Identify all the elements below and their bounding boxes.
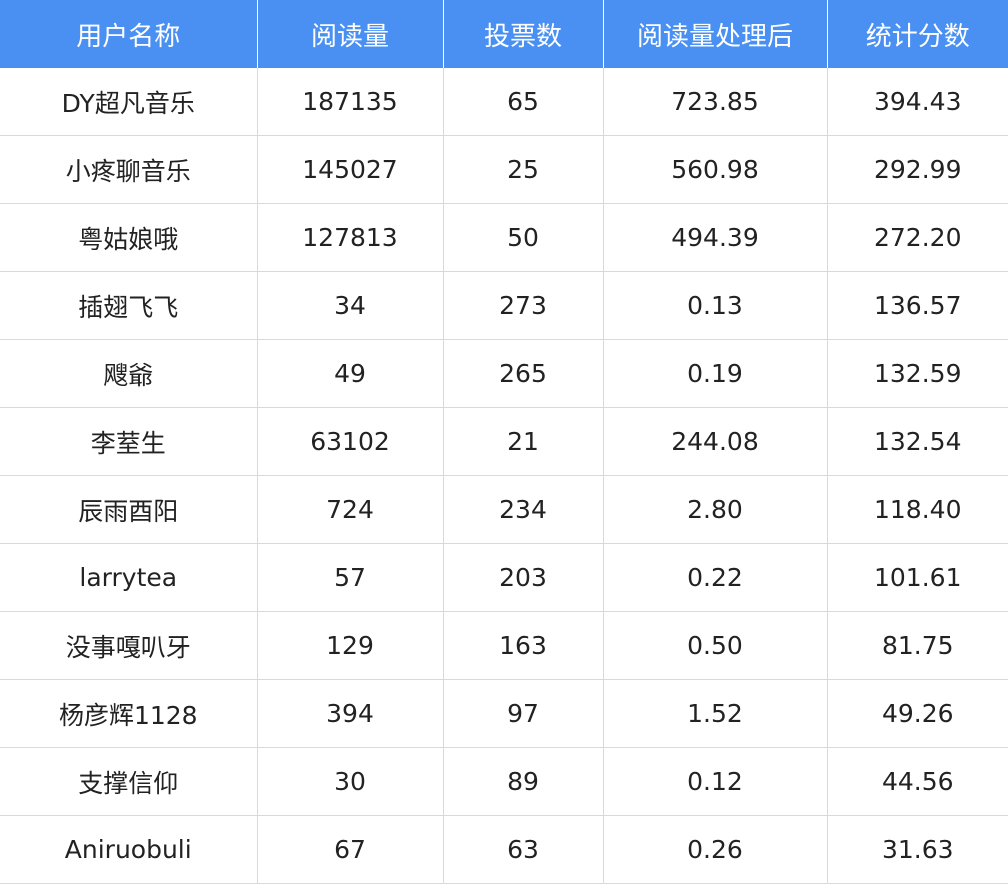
cell-score: 394.43 — [827, 68, 1008, 136]
cell-votes: 65 — [443, 68, 604, 136]
cell-reads: 67 — [257, 815, 444, 884]
cell-votes: 21 — [443, 407, 604, 476]
cell-processed-reads: 244.08 — [603, 407, 828, 476]
column-header-score[interactable]: 统计分数 — [827, 0, 1008, 68]
cell-votes: 163 — [443, 611, 604, 680]
column-header-processed-reads[interactable]: 阅读量处理后 — [603, 0, 828, 68]
cell-reads: 127813 — [257, 203, 444, 272]
cell-score: 44.56 — [827, 747, 1008, 816]
cell-username: 飕爺 — [0, 339, 258, 408]
cell-score: 81.75 — [827, 611, 1008, 680]
table-body: DY超凡音乐 187135 65 723.85 394.43 小疼聊音乐 145027 25 5… — [0, 68, 1008, 884]
cell-username: 李荎生 — [0, 407, 258, 476]
cell-votes: 203 — [443, 543, 604, 612]
cell-processed-reads: 0.12 — [603, 747, 828, 816]
cell-username: 小疼聊音乐 — [0, 135, 258, 204]
cell-processed-reads: 0.26 — [603, 815, 828, 884]
cell-score: 118.40 — [827, 475, 1008, 544]
cell-score: 101.61 — [827, 543, 1008, 612]
cell-reads: 63102 — [257, 407, 444, 476]
cell-reads: 129 — [257, 611, 444, 680]
cell-username: 辰雨酉阳 — [0, 475, 258, 544]
cell-processed-reads: 2.80 — [603, 475, 828, 544]
cell-processed-reads: 1.52 — [603, 679, 828, 748]
cell-reads: 34 — [257, 271, 444, 340]
cell-score: 132.59 — [827, 339, 1008, 408]
cell-score: 49.26 — [827, 679, 1008, 748]
cell-votes: 273 — [443, 271, 604, 340]
cell-username: 插翅飞飞 — [0, 271, 258, 340]
cell-processed-reads: 0.50 — [603, 611, 828, 680]
cell-score: 31.63 — [827, 815, 1008, 884]
table-row: 插翅飞飞 34 273 0.13 136.57 — [0, 271, 1008, 340]
cell-reads: 187135 — [257, 68, 444, 136]
cell-reads: 724 — [257, 475, 444, 544]
cell-reads: 57 — [257, 543, 444, 612]
cell-score: 272.20 — [827, 203, 1008, 272]
cell-reads: 145027 — [257, 135, 444, 204]
cell-processed-reads: 560.98 — [603, 135, 828, 204]
header-row: 用户名称 阅读量 投票数 阅读量处理后 统计分数 — [0, 0, 1008, 68]
table-row: 杨彦辉1128 394 97 1.52 49.26 — [0, 679, 1008, 748]
cell-score: 136.57 — [827, 271, 1008, 340]
table-row: 辰雨酉阳 724 234 2.80 118.40 — [0, 475, 1008, 544]
table-row: 支撑信仰 30 89 0.12 44.56 — [0, 747, 1008, 816]
column-header-username[interactable]: 用户名称 — [0, 0, 258, 68]
cell-votes: 234 — [443, 475, 604, 544]
cell-votes: 97 — [443, 679, 604, 748]
cell-votes: 25 — [443, 135, 604, 204]
cell-username: 支撑信仰 — [0, 747, 258, 816]
cell-username: DY超凡音乐 — [0, 68, 258, 136]
cell-username: 粤姑娘哦 — [0, 203, 258, 272]
cell-votes: 265 — [443, 339, 604, 408]
cell-processed-reads: 494.39 — [603, 203, 828, 272]
table-row: DY超凡音乐 187135 65 723.85 394.43 — [0, 68, 1008, 136]
cell-score: 132.54 — [827, 407, 1008, 476]
cell-processed-reads: 0.13 — [603, 271, 828, 340]
cell-username: 没事嘎叭牙 — [0, 611, 258, 680]
table-row: 没事嘎叭牙 129 163 0.50 81.75 — [0, 611, 1008, 680]
cell-votes: 89 — [443, 747, 604, 816]
cell-username: larrytea — [0, 543, 258, 612]
ranking-table: 用户名称 阅读量 投票数 阅读量处理后 统计分数 DY超凡音乐 187135 65 7… — [0, 0, 1008, 884]
cell-processed-reads: 0.19 — [603, 339, 828, 408]
cell-votes: 63 — [443, 815, 604, 884]
cell-processed-reads: 723.85 — [603, 68, 828, 136]
table-row: 小疼聊音乐 145027 25 560.98 292.99 — [0, 135, 1008, 204]
table-row: 李荎生 63102 21 244.08 132.54 — [0, 407, 1008, 476]
cell-votes: 50 — [443, 203, 604, 272]
cell-reads: 30 — [257, 747, 444, 816]
cell-username: 杨彦辉1128 — [0, 679, 258, 748]
cell-reads: 49 — [257, 339, 444, 408]
table-header: 用户名称 阅读量 投票数 阅读量处理后 统计分数 — [0, 0, 1008, 68]
cell-reads: 394 — [257, 679, 444, 748]
column-header-reads[interactable]: 阅读量 — [257, 0, 444, 68]
table-row: Aniruobuli 67 63 0.26 31.63 — [0, 815, 1008, 884]
cell-username: Aniruobuli — [0, 815, 258, 884]
table-row: larrytea 57 203 0.22 101.61 — [0, 543, 1008, 612]
table-row: 粤姑娘哦 127813 50 494.39 272.20 — [0, 203, 1008, 272]
cell-score: 292.99 — [827, 135, 1008, 204]
column-header-votes[interactable]: 投票数 — [443, 0, 604, 68]
cell-processed-reads: 0.22 — [603, 543, 828, 612]
table-row: 飕爺 49 265 0.19 132.59 — [0, 339, 1008, 408]
